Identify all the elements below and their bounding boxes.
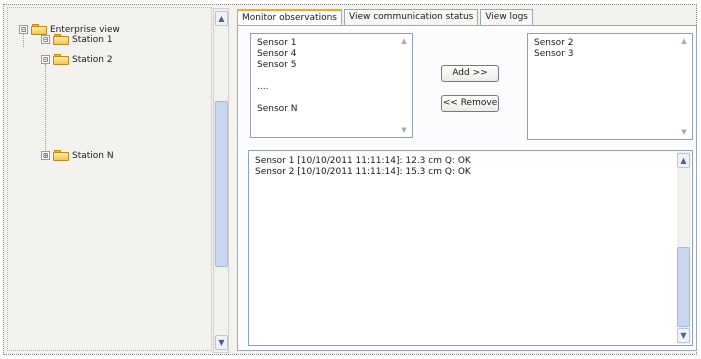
log-line: Sensor 2 [10/10/2011 11:11:14]: 15.3 cm … bbox=[255, 167, 471, 177]
add-button[interactable]: Add >> bbox=[441, 65, 499, 82]
tree-scrollbar[interactable]: ▲ ▼ bbox=[213, 8, 229, 353]
list-scrollbar[interactable]: ▲ ▼ bbox=[678, 35, 691, 138]
observation-log[interactable]: Sensor 1 [10/10/2011 11:11:14]: 12.3 cm … bbox=[248, 150, 693, 346]
scroll-down-icon[interactable]: ▼ bbox=[398, 124, 410, 136]
folder-icon bbox=[53, 150, 69, 161]
tree-node-station-1[interactable]: ⊟ Station 1 bbox=[41, 34, 113, 45]
scroll-down-icon[interactable]: ▼ bbox=[678, 126, 690, 138]
list-item[interactable]: Sensor 3 bbox=[534, 49, 573, 60]
tree-node-label: Enterprise view bbox=[50, 24, 120, 35]
scroll-down-icon[interactable]: ▼ bbox=[677, 328, 690, 343]
scroll-up-icon[interactable]: ▲ bbox=[678, 35, 690, 47]
scrollbar-thumb[interactable] bbox=[215, 101, 228, 267]
list-item[interactable]: Sensor N bbox=[257, 104, 297, 115]
scroll-down-icon[interactable]: ▼ bbox=[215, 335, 228, 350]
log-line: Sensor 1 [10/10/2011 11:11:14]: 12.3 cm … bbox=[255, 156, 471, 166]
list-item[interactable]: Sensor 1 bbox=[257, 38, 297, 49]
tree-node-station-2[interactable]: ⊟ Station 2 bbox=[41, 54, 113, 65]
tab-monitor-observations[interactable]: Monitor observations bbox=[237, 9, 342, 26]
tab-bar: Monitor observations View communication … bbox=[237, 9, 535, 26]
collapse-icon[interactable]: ⊟ bbox=[41, 55, 50, 64]
tree-node-label: Station 2 bbox=[72, 54, 113, 65]
list-item[interactable]: Sensor 2 bbox=[534, 38, 573, 49]
scroll-up-icon[interactable]: ▲ bbox=[677, 153, 690, 168]
log-scrollbar[interactable]: ▲ ▼ bbox=[677, 152, 691, 344]
remove-button[interactable]: << Remove bbox=[441, 95, 499, 112]
list-scrollbar[interactable]: ▲ ▼ bbox=[398, 35, 411, 136]
list-item: .... bbox=[257, 82, 269, 92]
tree-node-station-n[interactable]: ⊞ Station N bbox=[41, 150, 114, 161]
list-item[interactable]: Sensor 5 bbox=[257, 60, 297, 71]
tree-pane: ⊟ Enterprise view ⊟ Station 1 ⊟ Station … bbox=[7, 7, 212, 351]
tree-node-label: Station N bbox=[72, 150, 114, 161]
list-item[interactable]: Sensor 4 bbox=[257, 49, 297, 60]
tab-view-communication-status[interactable]: View communication status bbox=[344, 9, 479, 25]
list-item bbox=[257, 71, 297, 82]
tab-view-logs[interactable]: View logs bbox=[480, 9, 533, 25]
list-item bbox=[257, 93, 297, 104]
tree-node-label: Station 1 bbox=[72, 34, 113, 45]
selected-sensors-list[interactable]: Sensor 2 Sensor 3 ▲ ▼ bbox=[527, 33, 693, 140]
scroll-up-icon[interactable]: ▲ bbox=[398, 35, 410, 47]
collapse-icon[interactable]: ⊟ bbox=[41, 35, 50, 44]
folder-icon bbox=[53, 34, 69, 45]
expand-icon[interactable]: ⊞ bbox=[41, 151, 50, 160]
available-sensors-list[interactable]: Sensor 1 Sensor 4 Sensor 5 .... Sensor N… bbox=[250, 33, 413, 138]
tree-connector bbox=[45, 64, 46, 156]
collapse-icon[interactable]: ⊟ bbox=[19, 25, 28, 34]
folder-icon bbox=[53, 54, 69, 65]
scroll-up-icon[interactable]: ▲ bbox=[215, 11, 228, 26]
scrollbar-thumb[interactable] bbox=[677, 247, 690, 327]
